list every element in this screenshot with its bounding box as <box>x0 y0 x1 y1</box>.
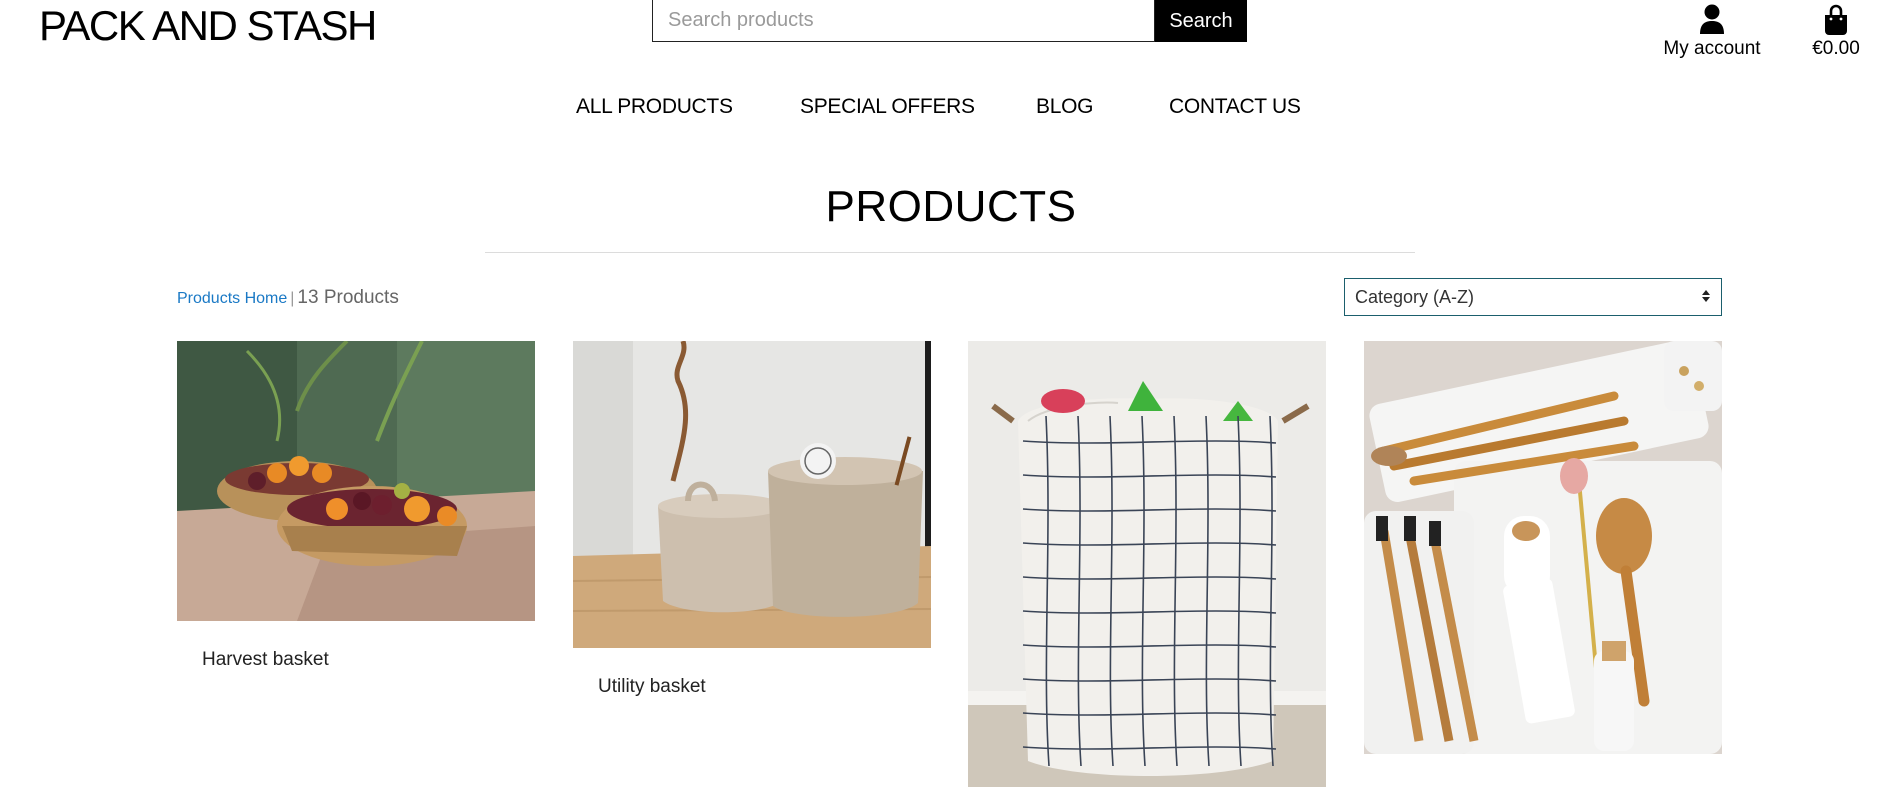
product-image-utility-basket[interactable] <box>573 341 931 648</box>
product-image-grid-hamper[interactable] <box>968 341 1326 787</box>
search-input[interactable] <box>652 0 1155 42</box>
page-title: PRODUCTS <box>825 182 1077 231</box>
breadcrumb: Products Home | 13 Products <box>177 287 399 309</box>
product-count: 13 Products <box>297 287 399 308</box>
search-button[interactable]: Search <box>1155 0 1247 42</box>
product-card[interactable]: Utility basket <box>573 341 931 698</box>
product-image-harvest-basket[interactable] <box>177 341 535 621</box>
site-logo[interactable]: PACK AND STASH <box>39 2 377 50</box>
cart-total: €0.00 <box>1812 38 1860 59</box>
product-card[interactable] <box>968 341 1326 787</box>
product-card[interactable] <box>1364 341 1722 754</box>
breadcrumb-separator: | <box>290 290 295 307</box>
nav-all-products[interactable]: ALL PRODUCTS <box>576 95 733 119</box>
my-account-link[interactable]: My account <box>1659 2 1765 60</box>
products-home-link[interactable]: Products Home <box>177 290 287 307</box>
main-nav: ALL PRODUCTS SPECIAL OFFERS BLOG CONTACT… <box>0 95 1902 121</box>
nav-blog[interactable]: BLOG <box>1036 95 1093 119</box>
nav-special-offers[interactable]: SPECIAL OFFERS <box>800 95 975 119</box>
product-image-drawer-organiser[interactable] <box>1364 341 1722 754</box>
my-account-label: My account <box>1663 38 1761 59</box>
product-name[interactable]: Harvest basket <box>177 649 535 671</box>
sort-select[interactable]: Category (A-Z) <box>1344 278 1722 316</box>
shopping-bag-icon <box>1804 2 1868 36</box>
cart-link[interactable]: €0.00 <box>1804 2 1868 60</box>
sort-arrows-icon <box>1701 287 1711 308</box>
sort-selected-value: Category (A-Z) <box>1355 286 1475 307</box>
product-card[interactable]: Harvest basket <box>177 341 535 671</box>
product-name[interactable]: Utility basket <box>573 676 931 698</box>
nav-contact-us[interactable]: CONTACT US <box>1169 95 1301 119</box>
title-divider <box>485 252 1415 253</box>
user-icon <box>1659 2 1765 36</box>
search-bar: Search <box>652 0 1247 42</box>
